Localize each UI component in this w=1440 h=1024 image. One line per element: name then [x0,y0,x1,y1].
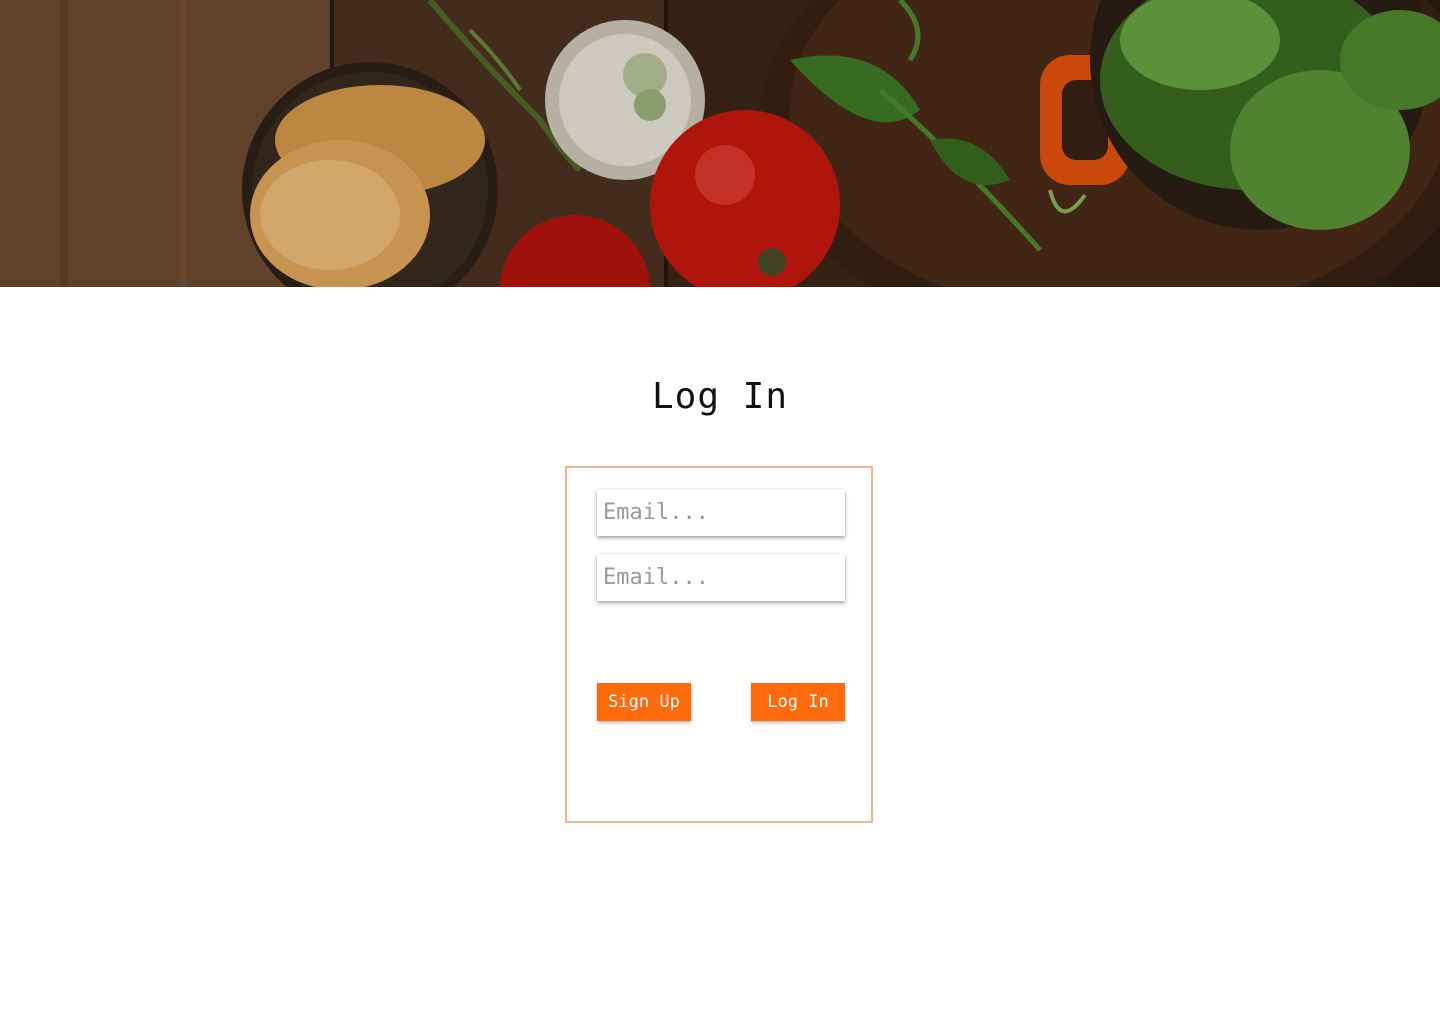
hero-banner [0,0,1440,287]
page-title: Log In [651,376,789,417]
sign-up-button[interactable]: Sign Up [597,683,691,721]
login-form-card: Sign Up Log In [565,466,873,823]
password-field[interactable] [597,554,845,601]
log-in-button[interactable]: Log In [751,683,845,721]
food-photo-banner-icon [0,0,1440,287]
email-field[interactable] [597,489,845,536]
